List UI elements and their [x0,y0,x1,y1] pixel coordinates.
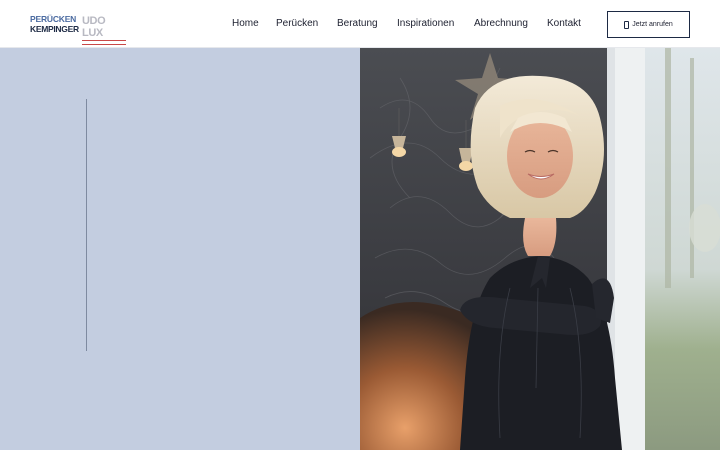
nav-home[interactable]: Home [232,18,259,30]
hero-text-panel [0,48,360,450]
vertical-divider [86,99,87,351]
phone-icon [624,20,630,29]
site-header: PERÜCKEN KEMPINGER UDO LUX Home Perücken… [0,0,720,48]
hero-portrait-image [360,48,720,450]
call-now-label: Jetzt anrufen [632,20,673,28]
logo-udo-underline [82,40,126,45]
logo-udo-lux: UDO LUX [82,15,128,45]
logo-line-1: PERÜCKEN [30,14,77,24]
brand-logo[interactable]: PERÜCKEN KEMPINGER UDO LUX [30,14,130,45]
nav-inspirationen[interactable]: Inspirationen [397,18,454,30]
nav-beratung[interactable]: Beratung [337,18,378,30]
call-now-button[interactable]: Jetzt anrufen [607,11,690,38]
logo-kempinger: PERÜCKEN KEMPINGER [30,14,79,35]
logo-line-2: KEMPINGER [30,24,79,34]
hero-photo [360,48,720,450]
nav-peruecken[interactable]: Perücken [276,18,318,30]
nav-kontakt[interactable]: Kontakt [547,18,581,30]
nav-abrechnung[interactable]: Abrechnung [474,18,528,30]
logo-udo-text: UDO LUX [82,15,106,39]
